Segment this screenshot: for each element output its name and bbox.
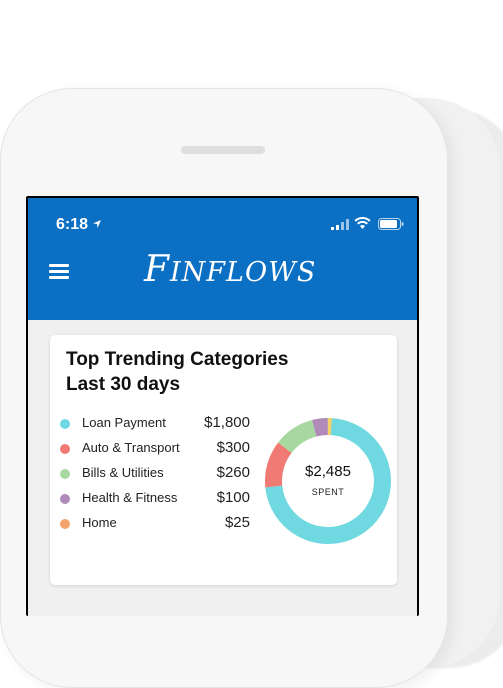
legend-swatch: [60, 469, 70, 479]
phone-screen: 6:18 Finflows Top Trending Categori: [26, 196, 419, 616]
legend-swatch: [60, 419, 70, 429]
app-header: 6:18 Finflows: [28, 198, 417, 320]
legend-value: $1,800: [204, 414, 250, 431]
legend-label: Auto & Transport: [82, 440, 180, 455]
menu-icon[interactable]: [49, 264, 71, 280]
card-title: Top Trending Categories Last 30 days: [66, 347, 288, 397]
spending-donut-chart: [265, 418, 391, 544]
legend-swatch: [60, 494, 70, 504]
legend-label: Bills & Utilities: [82, 465, 164, 480]
donut-total-caption: SPENT: [311, 487, 345, 497]
legend-item: Auto & Transport $300: [60, 438, 250, 463]
trending-categories-card[interactable]: Top Trending Categories Last 30 days Loa…: [50, 335, 397, 585]
phone-speaker: [181, 146, 265, 154]
legend-label: Loan Payment: [82, 415, 166, 430]
app-brand-logo: Finflows: [144, 249, 317, 290]
legend-item: Home $25: [60, 513, 250, 538]
legend-swatch: [60, 444, 70, 454]
legend-value: $25: [224, 514, 250, 531]
location-arrow-icon: [93, 220, 101, 228]
battery-icon: [378, 218, 404, 230]
card-title-line2: Last 30 days: [66, 374, 181, 395]
legend-item: Loan Payment $1,800: [60, 413, 250, 438]
legend-item: Bills & Utilities $260: [60, 463, 250, 488]
wifi-icon: [354, 217, 371, 229]
card-title-line1: Top Trending Categories: [66, 349, 289, 370]
legend-label: Health & Fitness: [82, 490, 178, 505]
legend-value: $260: [216, 464, 250, 481]
legend-item: Health & Fitness $100: [60, 488, 250, 513]
main-content: Top Trending Categories Last 30 days Loa…: [28, 320, 417, 616]
category-legend: Loan Payment $1,800 Auto & Transport $300 Bi…: [60, 413, 250, 538]
signal-icon: [331, 219, 349, 230]
legend-value: $300: [216, 439, 250, 456]
legend-value: $100: [216, 489, 250, 506]
donut-total-amount: $2,485: [305, 463, 351, 480]
legend-label: Home: [82, 515, 117, 530]
legend-swatch: [60, 519, 70, 529]
status-time: 6:18: [56, 216, 89, 233]
